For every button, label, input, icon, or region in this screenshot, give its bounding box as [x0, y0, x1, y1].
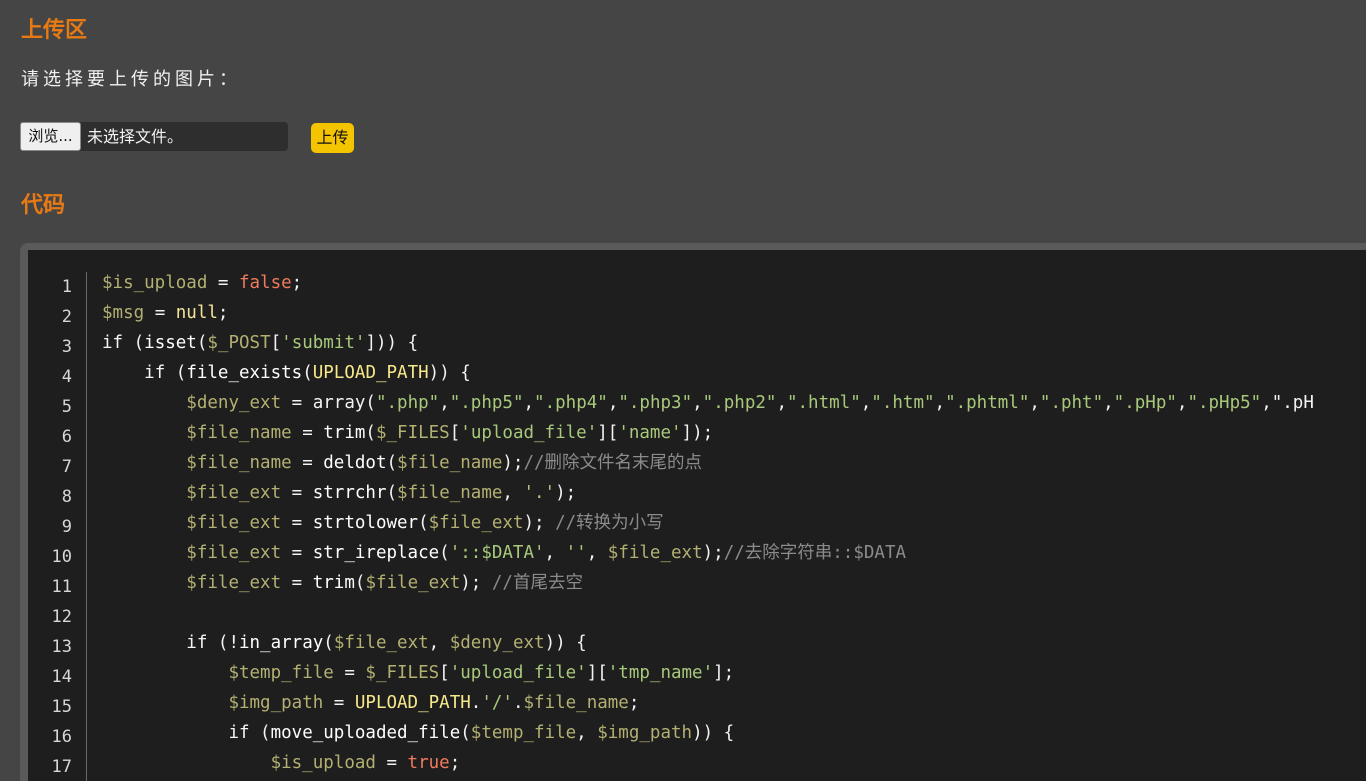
code-line: 3 if (isset($_POST['submit'])) {: [28, 328, 1366, 358]
code-text: if (file_exists(UPLOAD_PATH)) {: [144, 363, 471, 383]
code-text: $file_name = trim($_FILES['upload_file']…: [186, 423, 714, 443]
code-text: $img_path = UPLOAD_PATH.'/'.$file_name;: [228, 693, 640, 713]
code-line: 8 $file_ext = strrchr($file_name, '.');: [28, 478, 1366, 508]
file-input[interactable]: 浏览... 未选择文件。: [20, 122, 288, 151]
code-text: $deny_ext = array(".php",".php5",".php4"…: [186, 393, 1314, 413]
code-line: 7 $file_name = deldot($file_name);//删除文件…: [28, 448, 1366, 478]
code-line: 17 $is_upload = true;: [28, 748, 1366, 778]
line-number: 17: [51, 757, 72, 777]
upload-section-title: 上传区: [21, 18, 88, 43]
code-text: $msg = null;: [102, 303, 229, 323]
code-text: $is_upload = false;: [102, 273, 303, 293]
browse-button[interactable]: 浏览...: [20, 122, 81, 151]
code-text: $file_ext = str_ireplace('::$DATA', '', …: [186, 543, 907, 563]
code-text: if (isset($_POST['submit'])) {: [102, 333, 419, 353]
code-text: $temp_file = $_FILES['upload_file']['tmp…: [228, 663, 735, 683]
code-line: 12: [28, 598, 1366, 628]
code-lines: 1 $is_upload = false; 2 $msg = null; 3 if (is…: [28, 268, 1366, 778]
code-line: 10 $file_ext = str_ireplace('::$DATA', '…: [28, 538, 1366, 568]
code-text: $file_name = deldot($file_name);//删除文件名末…: [186, 453, 703, 473]
code-line: 14 $temp_file = $_FILES['upload_file']['…: [28, 658, 1366, 688]
code-line: 1 $is_upload = false;: [28, 268, 1366, 298]
code-line: 5 $deny_ext = array(".php",".php5",".php…: [28, 388, 1366, 418]
code-line: 4 if (file_exists(UPLOAD_PATH)) {: [28, 358, 1366, 388]
code-text: $is_upload = true;: [270, 753, 461, 773]
code-text: $file_ext = strtolower($file_ext); //转换为…: [186, 513, 664, 533]
code-line: 2 $msg = null;: [28, 298, 1366, 328]
upload-prompt: 请选择要上传的图片：: [21, 69, 241, 90]
upload-button[interactable]: 上传: [311, 123, 354, 153]
code-line: 16 if (move_uploaded_file($temp_file, $i…: [28, 718, 1366, 748]
code-line: 13 if (!in_array($file_ext, $deny_ext)) …: [28, 628, 1366, 658]
code-text: $file_ext = trim($file_ext); //首尾去空: [186, 573, 583, 593]
code-text: $file_ext = strrchr($file_name, '.');: [186, 483, 577, 503]
code-section-title: 代码: [21, 193, 66, 218]
upload-page: 上传区 请选择要上传的图片： 浏览... 未选择文件。 上传 代码 1 $is_u…: [0, 0, 1366, 781]
code-line: 6 $file_name = trim($_FILES['upload_file…: [28, 418, 1366, 448]
code-line: 15 $img_path = UPLOAD_PATH.'/'.$file_nam…: [28, 688, 1366, 718]
code-line: 9 $file_ext = strtolower($file_ext); //转…: [28, 508, 1366, 538]
code-line: 11 $file_ext = trim($file_ext); //首尾去空: [28, 568, 1366, 598]
code-text: if (move_uploaded_file($temp_file, $img_…: [228, 723, 735, 743]
file-status-text: 未选择文件。: [87, 127, 184, 146]
code-text: if (!in_array($file_ext, $deny_ext)) {: [186, 633, 587, 653]
